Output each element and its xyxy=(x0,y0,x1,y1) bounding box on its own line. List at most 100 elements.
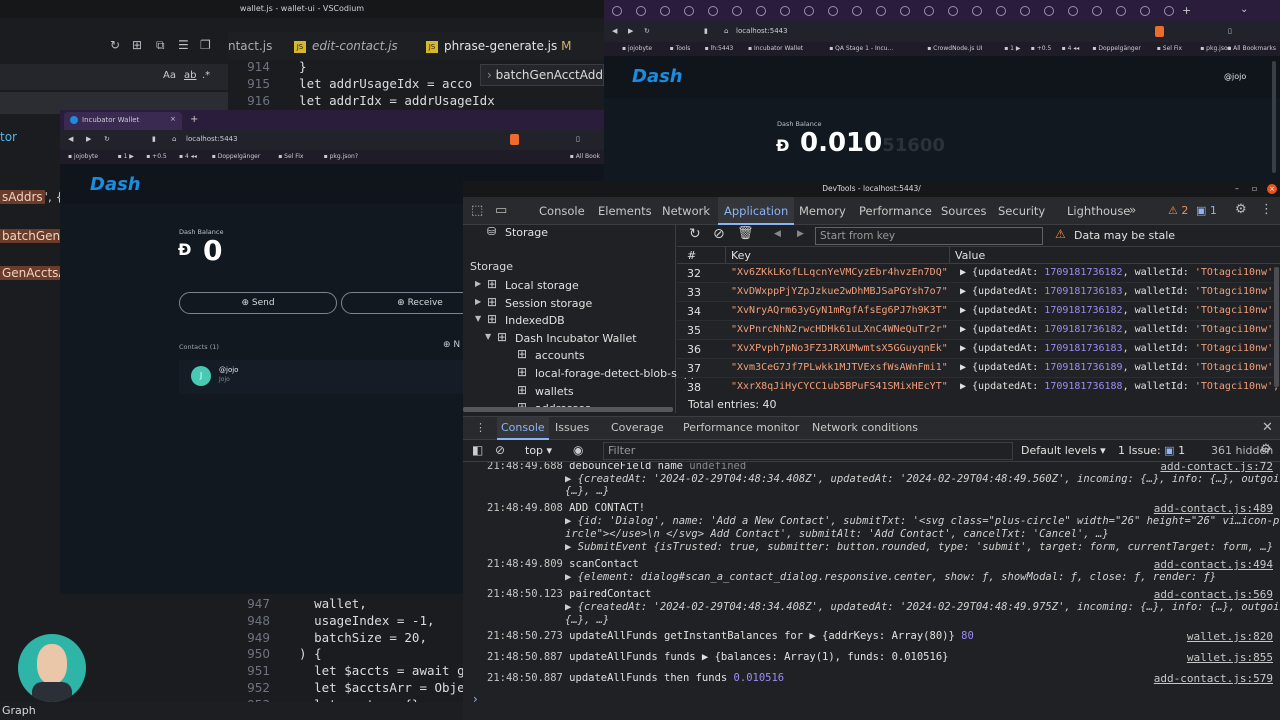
browser-tab[interactable] xyxy=(1044,6,1054,16)
prev-page-icon[interactable]: ◀ xyxy=(774,229,781,239)
tab-application[interactable]: Application xyxy=(718,197,795,225)
delete-icon[interactable]: 🗑 xyxy=(737,226,754,241)
bookmark-item[interactable]: ▪ +0.5 xyxy=(146,153,167,160)
browser-tab[interactable] xyxy=(900,6,910,16)
browser-tab[interactable] xyxy=(1092,6,1102,16)
url-input[interactable]: localhost:5443 xyxy=(736,27,788,35)
inspect-icon[interactable]: ⬚ xyxy=(471,203,483,218)
clear-icon[interactable]: ⊘ xyxy=(713,226,725,242)
sidebar-toggle-icon[interactable]: ◧ xyxy=(472,443,483,457)
scrollbar[interactable] xyxy=(1272,61,1276,173)
table-row[interactable]: 35 "XvPnrcNhN2rwcHDHk61uLXnC4WNeQuTr2r" ▶ … xyxy=(677,321,1279,340)
bookmark-item[interactable]: ▪ pkg.json? xyxy=(324,153,358,160)
table-row[interactable]: 38 "XxrX8qJiHyCYCC1ub5BPuFS41SMixHEcYT" ▶ … xyxy=(677,378,1279,395)
back-icon[interactable]: ◀ xyxy=(612,27,617,35)
browser-tab[interactable] xyxy=(660,6,670,16)
maximize-icon[interactable]: ▫ xyxy=(1252,181,1257,197)
tree-item[interactable]: ▶ ⊞ Local storage xyxy=(463,277,676,294)
bookmark-item[interactable]: ▪ 1 ▶ xyxy=(118,153,134,160)
console-entry[interactable]: 21:48:49.688 debounceField name undefine… xyxy=(487,462,1277,473)
tab-performance[interactable]: Performance xyxy=(853,197,938,225)
browser-tab[interactable] xyxy=(780,6,790,16)
tree-item[interactable]: ▶ ⊞ Session storage xyxy=(463,295,676,312)
browser-tab[interactable] xyxy=(948,6,958,16)
browser-tab[interactable] xyxy=(996,6,1006,16)
console-settings-icon[interactable]: ⚙ xyxy=(1260,442,1272,457)
table-row[interactable]: 37 "Xvm3CeG7Jf7PLwkk1MJTVExsfWsAWnFmi1" ▶ … xyxy=(677,359,1279,378)
match-case-toggle[interactable]: Aa xyxy=(163,70,176,81)
brave-shield-icon[interactable] xyxy=(510,134,519,145)
tree-item[interactable]: ▼ ⊞ IndexedDB xyxy=(463,312,676,329)
browser-tab[interactable] xyxy=(732,6,742,16)
browser-tab[interactable] xyxy=(756,6,766,16)
status-graph[interactable]: Graph xyxy=(2,704,36,717)
bookmark-item[interactable]: ▪ Doppelgänger xyxy=(1092,45,1141,52)
log-levels-select[interactable]: Default levels ▾ xyxy=(1021,444,1106,457)
source-link[interactable]: add-contact.js:569 xyxy=(1154,588,1273,601)
refresh-icon[interactable]: ↻ xyxy=(689,226,701,242)
browser-tab[interactable] xyxy=(684,6,694,16)
tree-item[interactable]: ⊞ local-forage-detect-blob-suppo xyxy=(463,365,704,382)
new-contact-button[interactable]: ⊕ N xyxy=(443,340,460,350)
info-badge[interactable]: ▣ 1 xyxy=(1196,204,1217,217)
user-handle[interactable]: @jojo xyxy=(1224,72,1246,81)
bookmark-icon[interactable]: ▮ xyxy=(152,135,156,143)
tab-memory[interactable]: Memory xyxy=(793,197,852,225)
tab-phrase-generate[interactable]: JS phrase-generate.js M xyxy=(426,32,571,60)
browser-tab[interactable] xyxy=(1116,6,1126,16)
start-from-key-input[interactable]: Start from key xyxy=(815,227,1043,245)
reload-icon[interactable]: ↻ xyxy=(644,27,650,35)
all-bookmarks-folder[interactable]: ▪ All Book xyxy=(570,153,600,160)
bookmark-item[interactable]: ▪ Tools xyxy=(670,45,691,52)
browser-tab[interactable] xyxy=(828,6,838,16)
drawer-tab-issues[interactable]: Issues xyxy=(551,417,593,440)
bookmark-item[interactable]: ▪ CrowdNode.js UI xyxy=(927,45,982,52)
site-info-icon[interactable]: ⌂ xyxy=(172,135,176,143)
console-prompt[interactable]: › xyxy=(473,692,478,706)
source-link[interactable]: wallet.js:820 xyxy=(1187,630,1273,643)
console-entry[interactable]: 21:48:50.273 updateAllFunds getInstantBa… xyxy=(487,630,1277,643)
collapse-arrow-icon[interactable]: ▼ xyxy=(485,332,491,341)
find-input[interactable]: batchGenAcctAddrs xyxy=(496,68,603,82)
minimize-icon[interactable]: – xyxy=(1235,181,1239,197)
browser-tab[interactable] xyxy=(612,6,622,16)
url-input[interactable]: localhost:5443 xyxy=(186,135,238,143)
tab-security[interactable]: Security xyxy=(992,197,1051,225)
bookmark-item[interactable]: ▪ 4 ◂◂ xyxy=(1062,45,1080,52)
new-file-icon[interactable]: ⊞ xyxy=(132,38,142,52)
new-tab-icon[interactable]: + xyxy=(190,114,198,125)
tab-console[interactable]: Console xyxy=(533,197,591,225)
browser-tab[interactable] xyxy=(1020,6,1030,16)
vertical-scrollbar[interactable] xyxy=(1274,267,1279,387)
source-link[interactable]: add-contact.js:489 xyxy=(1154,502,1273,515)
source-link[interactable]: add-contact.js:579 xyxy=(1154,672,1273,685)
copy-icon[interactable]: ❐ xyxy=(200,38,211,52)
expand-arrow-icon[interactable]: ▶ xyxy=(475,297,481,306)
browser-tab[interactable] xyxy=(876,6,886,16)
bookmark-item[interactable]: ▪ Incubator Wallet xyxy=(748,45,803,52)
table-row[interactable]: 32 "Xv6ZKkLKofLLqcnYeVMCyzEbr4hvzEn7DQ" ▶ … xyxy=(677,264,1279,283)
next-page-icon[interactable]: ▶ xyxy=(797,229,804,239)
tab-elements[interactable]: Elements xyxy=(592,197,658,225)
horizontal-scrollbar[interactable] xyxy=(463,407,673,412)
close-tab-icon[interactable]: × xyxy=(170,115,176,123)
source-link[interactable]: wallet.js:855 xyxy=(1187,651,1273,664)
regex-toggle[interactable]: .* xyxy=(202,70,210,81)
console-entry[interactable]: 21:48:49.808 ADD CONTACT! add-contact.js:… xyxy=(487,502,1277,515)
console-entry[interactable]: 21:48:50.887 updateAllFunds then funds 0… xyxy=(487,672,1277,685)
back-icon[interactable]: ◀ xyxy=(68,135,73,143)
source-link[interactable]: add-contact.js:72 xyxy=(1160,462,1273,473)
tab-network[interactable]: Network xyxy=(656,197,716,225)
browser-tab[interactable] xyxy=(972,6,982,16)
kebab-menu-icon[interactable]: ⋮ xyxy=(1260,202,1273,217)
bookmark-item[interactable]: ▪ Sel Fix xyxy=(278,153,303,160)
console-entry[interactable]: 21:48:49.809 scanContact add-contact.js:4… xyxy=(487,558,1277,571)
console-entry[interactable]: 21:48:50.887 updateAllFunds funds ▶ {bal… xyxy=(487,651,1277,664)
bookmark-item[interactable]: ▪ jojobyte xyxy=(622,45,652,52)
sidebar-icon[interactable]: ▯ xyxy=(576,135,580,143)
refresh-icon[interactable]: ↻ xyxy=(110,38,120,52)
drawer-tab-performance-monitor[interactable]: Performance monitor xyxy=(679,417,803,440)
tab-lighthouse[interactable]: Lighthouse xyxy=(1061,197,1136,225)
collapse-icon[interactable]: ⧉ xyxy=(156,38,165,53)
browser-tab[interactable] xyxy=(924,6,934,16)
